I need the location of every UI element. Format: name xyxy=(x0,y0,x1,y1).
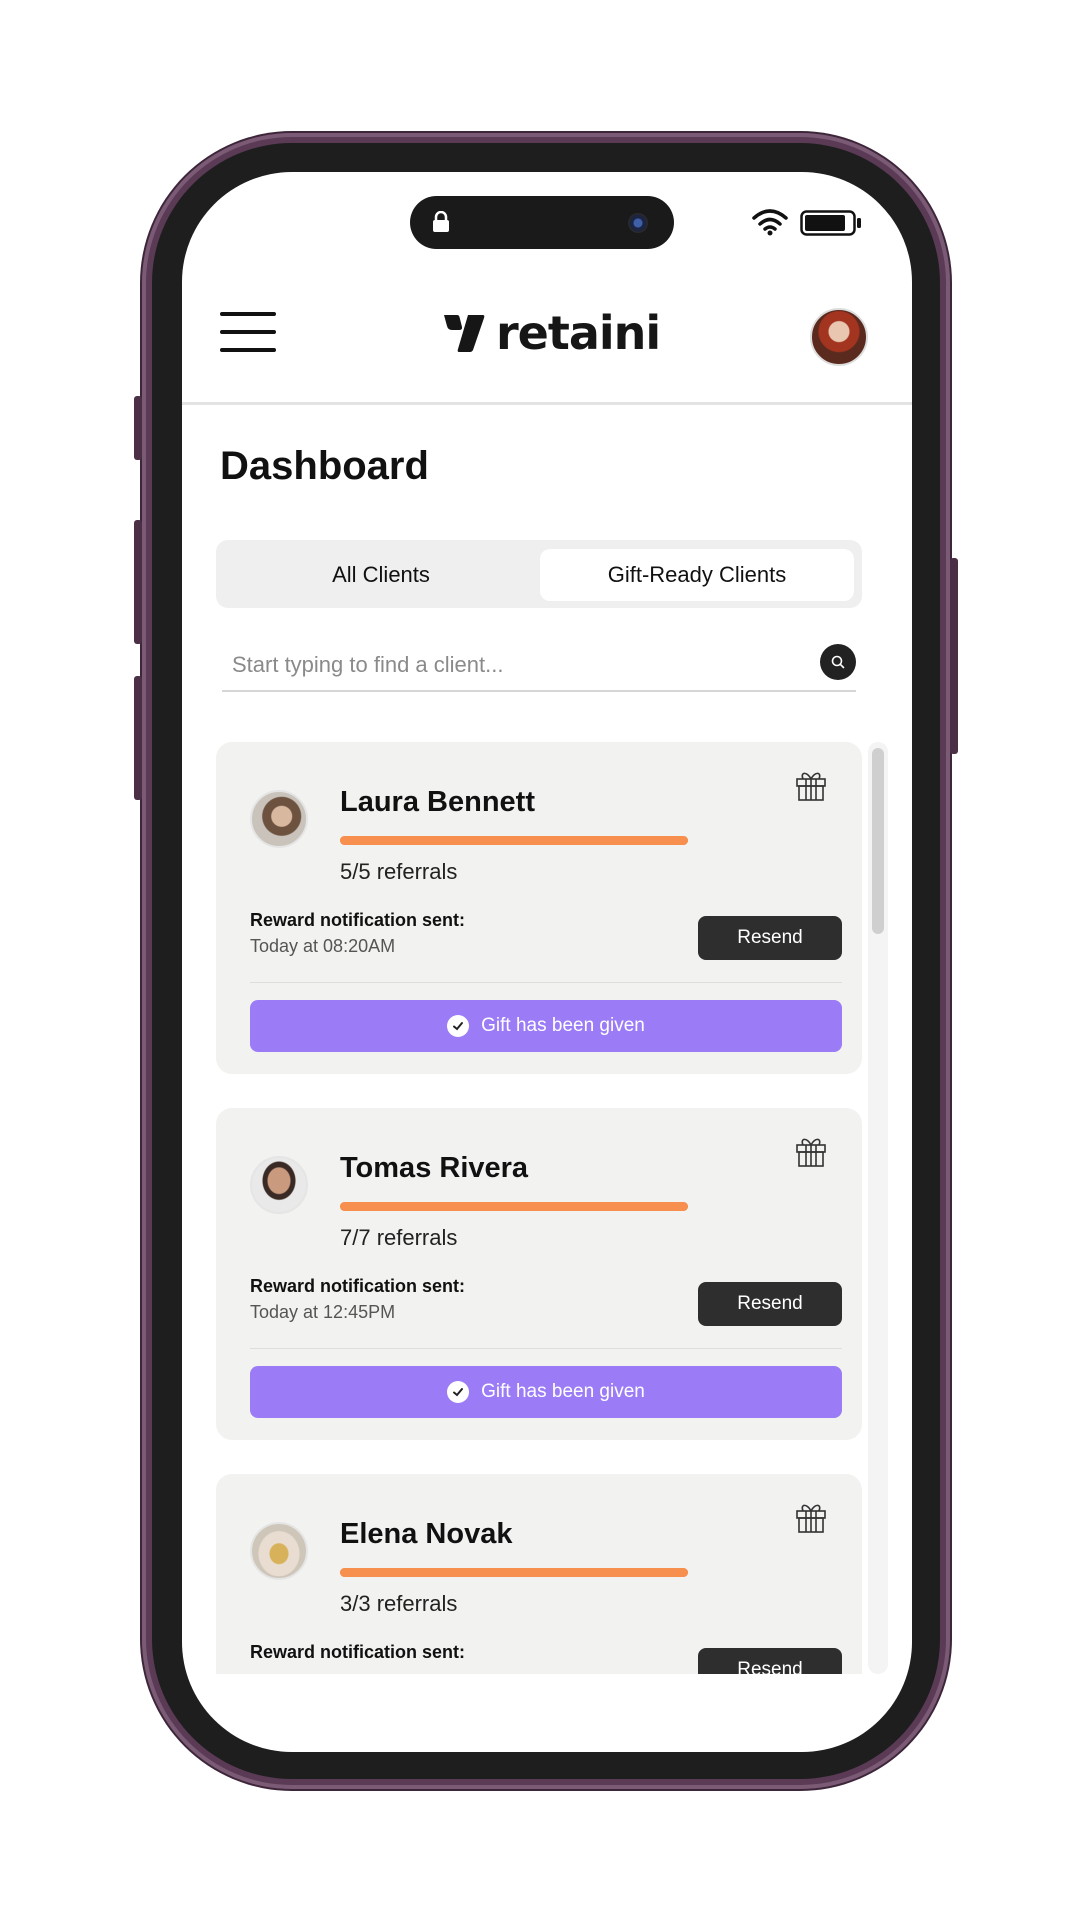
wifi-icon xyxy=(752,208,788,241)
client-card: Laura Bennett 5/5 referrals Reward notif… xyxy=(216,742,862,1074)
search-bar xyxy=(222,642,856,692)
logo-mark-icon xyxy=(444,315,485,352)
client-card: Elena Novak 3/3 referrals Reward notific… xyxy=(216,1474,862,1674)
gift-given-label: Gift has been given xyxy=(481,1381,645,1402)
client-avatar xyxy=(250,790,308,848)
notification-label: Reward notification sent: xyxy=(250,910,466,930)
card-divider xyxy=(250,982,842,983)
referral-progress-fill xyxy=(340,836,688,845)
referral-count: 3/3 referrals xyxy=(340,1591,458,1616)
side-button-left-2 xyxy=(134,520,142,644)
resend-button[interactable]: Resend xyxy=(698,1648,842,1674)
notification-time: Today at 08:20AM xyxy=(250,936,396,956)
phone-screen: retaini Dashboard All Clients Gift-Ready… xyxy=(182,172,912,1752)
scrollbar-thumb[interactable] xyxy=(872,748,884,934)
referral-progress-bar xyxy=(340,1202,688,1211)
card-divider xyxy=(250,1348,842,1349)
tab-gift-ready-clients[interactable]: Gift-Ready Clients xyxy=(540,549,854,601)
lock-icon xyxy=(432,210,450,238)
referral-progress-fill xyxy=(340,1568,688,1577)
referral-progress-bar xyxy=(340,836,688,845)
gift-icon[interactable] xyxy=(794,1134,828,1173)
client-name: Tomas Rivera xyxy=(340,1152,529,1184)
notification-label: Reward notification sent: xyxy=(250,1642,466,1662)
check-icon xyxy=(447,1015,470,1037)
gift-icon[interactable] xyxy=(794,768,828,807)
side-button-left-1 xyxy=(134,396,142,460)
notification-label: Reward notification sent: xyxy=(250,1276,466,1296)
gift-given-button[interactable]: Gift has been given xyxy=(250,1000,842,1052)
battery-icon xyxy=(800,210,862,241)
dynamic-island xyxy=(410,196,674,249)
search-icon[interactable] xyxy=(820,644,856,680)
gift-given-button[interactable]: Gift has been given xyxy=(250,1366,842,1418)
notification-time: Today at 12:45PM xyxy=(250,1302,396,1322)
client-list: Laura Bennett 5/5 referrals Reward notif… xyxy=(216,742,862,1674)
client-filter-tabs: All Clients Gift-Ready Clients xyxy=(216,540,862,608)
resend-button[interactable]: Resend xyxy=(698,916,842,960)
side-button-right xyxy=(950,558,958,754)
app-header: retaini xyxy=(182,272,912,402)
page-title: Dashboard xyxy=(220,444,429,488)
client-name: Elena Novak xyxy=(340,1518,513,1550)
client-card: Tomas Rivera 7/7 referrals Reward notifi… xyxy=(216,1108,862,1440)
app-logo: retaini xyxy=(442,306,661,360)
client-avatar xyxy=(250,1156,308,1214)
referral-progress-bar xyxy=(340,1568,688,1577)
client-avatar xyxy=(250,1522,308,1580)
search-input[interactable] xyxy=(222,642,782,688)
scrollbar-track[interactable] xyxy=(868,742,888,1674)
check-icon xyxy=(447,1381,470,1403)
referral-progress-fill xyxy=(340,1202,688,1211)
header-divider xyxy=(182,402,912,405)
referral-count: 5/5 referrals xyxy=(340,859,458,884)
gift-given-label: Gift has been given xyxy=(481,1015,645,1036)
hamburger-menu-icon[interactable] xyxy=(220,312,276,354)
side-button-left-3 xyxy=(134,676,142,800)
client-name: Laura Bennett xyxy=(340,786,535,818)
gift-icon[interactable] xyxy=(794,1500,828,1539)
app-name: retaini xyxy=(496,306,661,360)
referral-count: 7/7 referrals xyxy=(340,1225,458,1250)
user-avatar[interactable] xyxy=(810,308,868,366)
camera-icon xyxy=(628,213,648,233)
resend-button[interactable]: Resend xyxy=(698,1282,842,1326)
tab-all-clients[interactable]: All Clients xyxy=(226,549,536,601)
